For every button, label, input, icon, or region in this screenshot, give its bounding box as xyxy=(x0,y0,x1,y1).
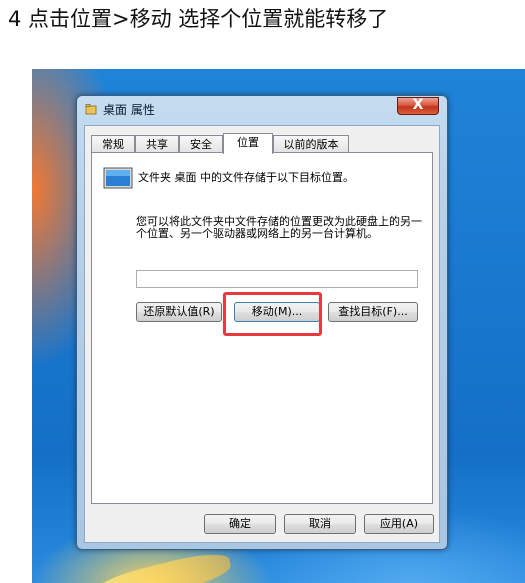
location-description: 文件夹 桌面 中的文件存储于以下目标位置。 xyxy=(138,171,354,184)
title-bar[interactable]: 桌面 属性 X xyxy=(77,96,447,122)
tab-security[interactable]: 安全 xyxy=(179,135,223,153)
location-path-input[interactable] xyxy=(136,270,418,288)
tab-sharing[interactable]: 共享 xyxy=(135,135,179,153)
wallpaper-streak xyxy=(90,547,234,583)
screenshot: 4 点击位置>移动 选择个位置就能转移了 桌面 属性 X 常规 共享 安全 位置… xyxy=(0,0,525,583)
find-target-button[interactable]: 查找目标(F)... xyxy=(328,302,418,322)
instruction-caption: 4 点击位置>移动 选择个位置就能转移了 xyxy=(8,7,389,31)
window-title: 桌面 属性 xyxy=(103,103,155,117)
folder-properties-icon xyxy=(85,104,97,115)
move-button-highlight xyxy=(223,292,322,336)
desktop-folder-icon xyxy=(103,167,133,189)
cancel-button[interactable]: 取消 xyxy=(284,514,356,534)
apply-button[interactable]: 应用(A) xyxy=(364,514,434,534)
close-button[interactable]: X xyxy=(397,97,439,115)
close-icon: X xyxy=(412,97,424,113)
tab-location[interactable]: 位置 xyxy=(223,133,273,154)
tab-previous-versions[interactable]: 以前的版本 xyxy=(273,135,349,153)
tab-general[interactable]: 常规 xyxy=(91,135,135,153)
ok-button[interactable]: 确定 xyxy=(204,514,276,534)
restore-default-button[interactable]: 还原默认值(R) xyxy=(136,302,222,322)
location-explanation: 您可以将此文件夹中文件存储的位置更改为此硬盘上的另一个位置、另一个驱动器或网络上… xyxy=(136,215,422,240)
